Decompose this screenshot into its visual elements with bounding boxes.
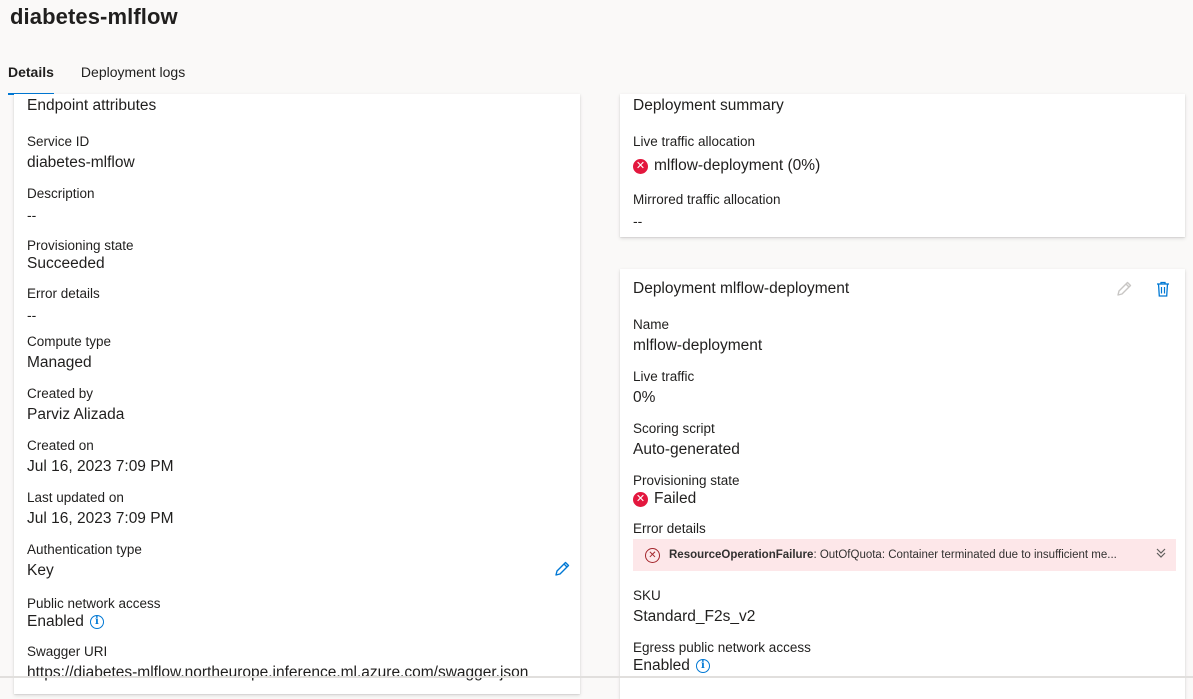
scoring-script-field: Scoring script Auto-generated [633, 421, 740, 460]
live-traffic-value: 0% [633, 389, 656, 406]
provisioning-state-label: Provisioning state [27, 238, 134, 253]
live-traffic-allocation-field: Live traffic allocation ✕ mlflow-deploym… [633, 134, 820, 176]
tab-details[interactable]: Details [8, 62, 54, 95]
public-network-access-value: Enabled [27, 613, 84, 630]
deployment-error-details-label: Error details [633, 521, 706, 536]
error-message: : OutOfQuota: Container terminated due t… [813, 549, 1117, 561]
info-icon[interactable]: i [695, 659, 710, 673]
scoring-script-label: Scoring script [633, 421, 715, 436]
compute-type-label: Compute type [27, 334, 112, 349]
error-details-label: Error details [27, 286, 100, 301]
auth-type-value: Key [27, 562, 54, 579]
created-on-value: Jul 16, 2023 7:09 PM [27, 458, 174, 475]
description-field: Description -- [27, 186, 95, 225]
error-details-field: Error details -- [27, 286, 100, 325]
error-circle-icon: ✕ [633, 491, 648, 507]
created-by-field: Created by Parviz Alizada [27, 386, 124, 425]
deployment-provisioning-state-label: Provisioning state [633, 473, 740, 488]
live-traffic-field: Live traffic 0% [633, 369, 694, 408]
provisioning-state-value: Succeeded [27, 255, 105, 272]
last-updated-field: Last updated on Jul 16, 2023 7:09 PM [27, 490, 174, 529]
deployment-name-value: mlflow-deployment [633, 337, 763, 354]
egress-value: Enabled [633, 657, 690, 674]
live-traffic-allocation-row: ✕ mlflow-deployment (0%) [633, 156, 820, 176]
error-code: ResourceOperationFailure [669, 549, 814, 561]
deployment-provisioning-state-value: Failed [654, 490, 697, 507]
mirrored-traffic-field: Mirrored traffic allocation -- [633, 192, 781, 231]
error-details-value: -- [27, 307, 37, 323]
created-on-field: Created on Jul 16, 2023 7:09 PM [27, 438, 174, 477]
service-id-field: Service ID diabetes-mlflow [27, 134, 135, 173]
tab-deployment-logs[interactable]: Deployment logs [81, 62, 185, 93]
edit-pencil-icon[interactable] [1115, 280, 1133, 298]
deployment-name-field: Name mlflow-deployment [633, 317, 762, 356]
egress-label: Egress public network access [633, 640, 811, 655]
created-by-value: Parviz Alizada [27, 406, 125, 423]
live-traffic-allocation-value: mlflow-deployment (0%) [654, 157, 821, 174]
mirrored-traffic-value: -- [633, 213, 643, 229]
sku-value: Standard_F2s_v2 [633, 608, 756, 625]
error-circle-outline-icon: ✕ [645, 547, 660, 563]
chevron-double-down-icon[interactable] [1154, 546, 1168, 560]
description-label: Description [27, 186, 95, 201]
mirrored-traffic-label: Mirrored traffic allocation [633, 192, 781, 207]
compute-type-value: Managed [27, 354, 92, 371]
page-title: diabetes-mlflow [10, 4, 178, 29]
deployment-summary-title: Deployment summary [633, 97, 784, 114]
created-on-label: Created on [27, 438, 94, 453]
description-value: -- [27, 207, 37, 223]
scoring-script-value: Auto-generated [633, 441, 740, 458]
last-updated-value: Jul 16, 2023 7:09 PM [27, 510, 174, 527]
deployment-detail-card: Deployment mlflow-deployment Name mlflow… [620, 269, 1185, 699]
auth-type-field: Authentication type Key [27, 542, 142, 581]
egress-value-row: Enabled i [633, 656, 811, 676]
egress-field: Egress public network access Enabled i [633, 640, 811, 676]
deployment-summary-card: Deployment summary Live traffic allocati… [620, 94, 1185, 237]
auth-type-label: Authentication type [27, 542, 142, 557]
public-network-access-value-row: Enabled i [27, 612, 161, 632]
deployment-provisioning-state-field: Provisioning state ✕ Failed [633, 473, 740, 509]
service-id-value: diabetes-mlflow [27, 154, 135, 171]
sku-field: SKU Standard_F2s_v2 [633, 588, 755, 627]
deployment-detail-title: Deployment mlflow-deployment [633, 280, 850, 297]
public-network-access-label: Public network access [27, 596, 161, 611]
delete-trash-icon[interactable] [1154, 280, 1172, 298]
service-id-label: Service ID [27, 134, 90, 149]
swagger-uri-label: Swagger URI [27, 644, 108, 659]
edit-pencil-icon[interactable] [553, 560, 571, 578]
error-circle-icon: ✕ [633, 158, 648, 174]
endpoint-attributes-card: Endpoint attributes Service ID diabetes-… [14, 94, 580, 694]
deployment-name-label: Name [633, 317, 670, 332]
last-updated-label: Last updated on [27, 490, 124, 505]
public-network-access-field: Public network access Enabled i [27, 596, 161, 632]
live-traffic-allocation-label: Live traffic allocation [633, 134, 756, 149]
deployment-error-details-field: Error details [633, 521, 706, 537]
sku-label: SKU [633, 588, 661, 603]
deployment-provisioning-state-row: ✕ Failed [633, 489, 740, 509]
provisioning-state-field: Provisioning state Succeeded [27, 238, 134, 274]
compute-type-field: Compute type Managed [27, 334, 111, 373]
tab-bar: Details Deployment logs [0, 62, 199, 95]
error-message-bar[interactable]: ✕ ResourceOperationFailure : OutOfQuota:… [633, 539, 1176, 571]
live-traffic-label: Live traffic [633, 369, 695, 384]
info-icon[interactable]: i [89, 615, 104, 629]
swagger-uri-value[interactable]: https://diabetes-mlflow.northeurope.infe… [27, 663, 528, 683]
created-by-label: Created by [27, 386, 94, 401]
endpoint-attributes-title: Endpoint attributes [27, 97, 157, 114]
